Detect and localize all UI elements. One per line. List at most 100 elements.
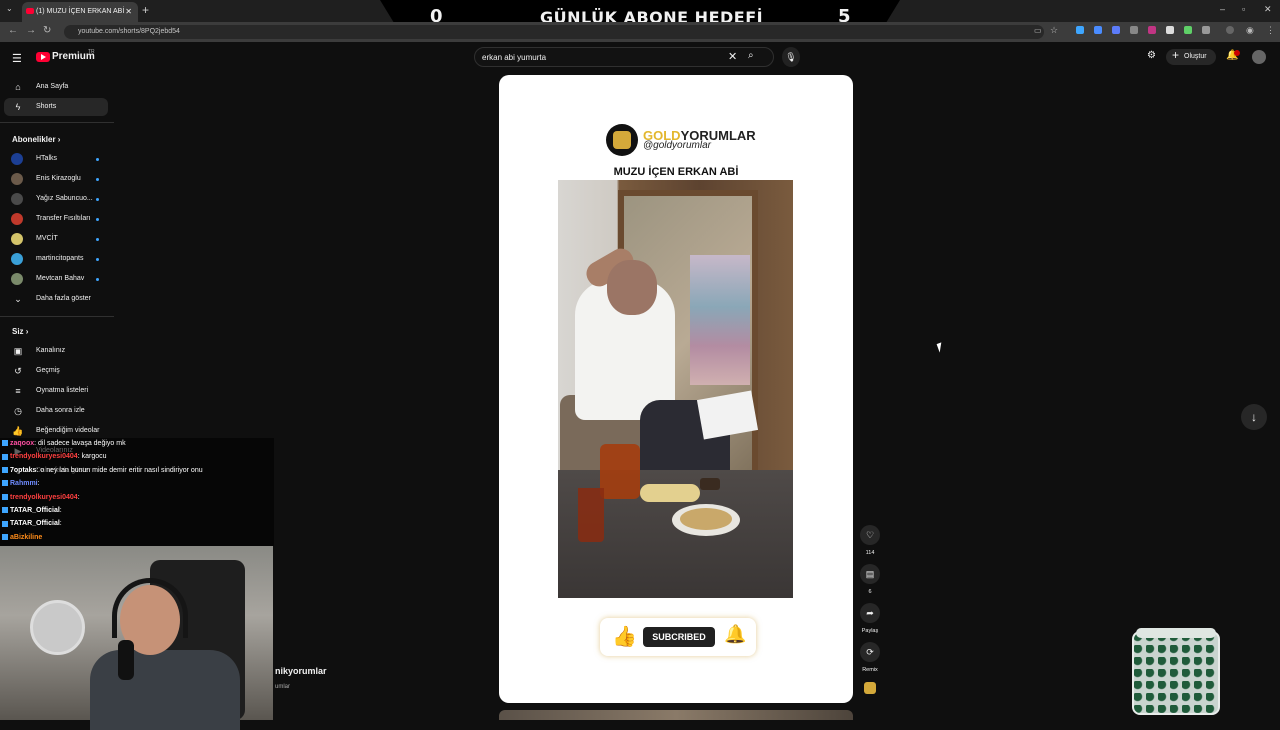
sidebar-you-icon: ▣ [13, 346, 23, 356]
next-short-preview[interactable] [499, 710, 853, 720]
chat-message: Rahmmi: [2, 480, 40, 487]
extension-5-icon[interactable] [1148, 26, 1156, 34]
sidebar-item-label: Enis Kirazoglu [36, 175, 81, 182]
sidebar-you-icon: ↺ [14, 366, 22, 376]
next-short-button[interactable]: ↓ [1241, 404, 1267, 430]
video-camera-icon[interactable]: ⚙ [1147, 50, 1156, 61]
cast-icon[interactable]: ▭ [1034, 26, 1042, 35]
sidebar-divider [0, 122, 114, 123]
mouse-cursor-icon [936, 342, 945, 353]
extension-3-icon[interactable] [1112, 26, 1120, 34]
extension-2-icon[interactable] [1094, 26, 1102, 34]
chat-text: : kargocu [77, 453, 107, 461]
sidebar-item-label: Daha sonra izle [36, 407, 85, 414]
minimize-icon[interactable]: – [1220, 4, 1225, 14]
remix-button[interactable]: ⟳ [860, 642, 880, 662]
short-channel-name[interactable]: nikyorumlar [275, 666, 327, 676]
new-content-dot [96, 278, 99, 281]
sidebar-item-label: Geçmiş [36, 367, 60, 374]
profile-avatar-icon[interactable]: ◉ [1246, 25, 1254, 36]
you-heading[interactable]: Siz › [12, 327, 28, 336]
bookmark-star-icon[interactable]: ☆ [1050, 25, 1058, 36]
chat-username: Rahmmi [10, 480, 38, 488]
extension-6-icon[interactable] [1166, 26, 1174, 34]
sidebar-subscription[interactable]: Yağız Sabuncuo... [4, 190, 108, 208]
microphone-icon[interactable]: 🎙 [782, 47, 800, 67]
sidebar-item-label: Daha fazla göster [36, 295, 91, 302]
chat-message: trendyolkuryesi0404: [2, 494, 80, 501]
jar-lid [1136, 628, 1216, 638]
channel-avatar [11, 173, 23, 185]
chat-username: 7optaks [10, 466, 37, 474]
sidebar-you-item[interactable]: ▣ Kanalınız [4, 342, 108, 360]
new-content-dot [96, 158, 99, 161]
extension-7-icon[interactable] [1184, 26, 1192, 34]
audio-thumbnail[interactable] [864, 682, 876, 694]
sidebar-you-item[interactable]: ◷ Daha sonra izle [4, 402, 108, 420]
menu-icon[interactable]: ☰ [12, 52, 22, 65]
sidebar-subscription[interactable]: Mevtcan Bahav [4, 270, 108, 288]
sidebar-item-label: Mevtcan Bahav [36, 275, 85, 282]
new-content-dot [96, 198, 99, 201]
thumbs-up-icon: 👍 [612, 626, 637, 648]
forward-icon[interactable]: → [26, 25, 36, 36]
profile-icon[interactable] [1226, 26, 1234, 34]
extension-4-icon[interactable] [1130, 26, 1138, 34]
chat-text: : o ney lan bunun mide demir eritir nası… [36, 466, 203, 474]
like-count: 114 [865, 550, 875, 556]
account-avatar[interactable] [1252, 50, 1266, 64]
chat-badge-icon [2, 520, 8, 527]
back-icon[interactable]: ← [8, 25, 18, 36]
sidebar-subscription[interactable]: martincitopants [4, 250, 108, 268]
webcam-fan [30, 600, 85, 655]
sidebar-item-label: Yağız Sabuncuo... [36, 195, 93, 202]
like-button[interactable]: ♡ [860, 525, 880, 545]
sidebar-subscription[interactable]: HTalks [4, 150, 108, 168]
chat-text: : [59, 520, 62, 528]
channel-avatar [11, 253, 23, 265]
window-close-icon[interactable]: ✕ [1264, 4, 1272, 15]
browser-tab-active[interactable]: (1) MUZU İÇEN ERKAN ABİ ✕ [22, 2, 138, 22]
channel-avatar [11, 273, 23, 285]
tab-search-icon[interactable]: ⌄ [6, 4, 13, 13]
chat-text: : dil sadece lavaşa değiyo mk [34, 440, 126, 447]
video-cup [700, 478, 720, 490]
sidebar-subscription[interactable]: Enis Kirazoglu [4, 170, 108, 188]
channel-avatar [11, 213, 23, 225]
address-bar[interactable]: youtube.com/shorts/8PQ2jebd54 [64, 25, 1044, 39]
remix-label: Remix [862, 667, 878, 673]
play-triangle-icon [41, 54, 46, 60]
sidebar-show-more[interactable]: ⌄ Daha fazla göster [4, 290, 108, 308]
sidebar-subscription[interactable]: MVCİT [4, 230, 108, 248]
chat-badge-icon [2, 453, 8, 460]
search-icon[interactable]: ⌕ [748, 50, 754, 61]
browser-menu-icon[interactable]: ⋮ [1266, 25, 1275, 36]
share-button[interactable]: ➦ [860, 603, 880, 623]
chat-username: trendyolkuryesi0404 [10, 493, 78, 501]
sidebar-you-item[interactable]: ↺ Geçmiş [4, 362, 108, 380]
comments-button[interactable]: ▤ [860, 564, 880, 584]
sidebar-subscription[interactable]: Transfer Fısıltıları [4, 210, 108, 228]
video-food [680, 508, 732, 530]
tab-close-icon[interactable]: ✕ [125, 2, 132, 22]
new-tab-button[interactable]: + [142, 3, 149, 17]
sidebar-item-label: MVCİT [36, 235, 58, 242]
reload-icon[interactable]: ↻ [43, 25, 51, 36]
sidebar-item-home[interactable]: ⌂ Ana Sayfa [4, 78, 108, 96]
sidebar-you-item[interactable]: ≡ Oynatma listeleri [4, 382, 108, 400]
plus-icon: + [1172, 48, 1180, 62]
notification-badge [1234, 50, 1240, 56]
logo-region: TR [88, 49, 95, 55]
extension-1-icon[interactable] [1076, 26, 1084, 34]
chat-badge-icon [2, 507, 8, 514]
maximize-icon[interactable]: ▫ [1242, 4, 1245, 14]
chat-badge-icon [2, 480, 8, 487]
sidebar-item-shorts[interactable]: ϟ Shorts [4, 98, 108, 116]
subscriptions-heading[interactable]: Abonelikler › [12, 135, 60, 144]
chat-badge-icon [2, 440, 8, 447]
sidebar-item-label: Beğendiğim videolar [36, 427, 100, 434]
chat-text: : [77, 493, 80, 501]
chat-text: : [59, 507, 62, 514]
clear-search-icon[interactable]: ✕ [728, 50, 737, 63]
extensions-puzzle-icon[interactable] [1202, 26, 1210, 34]
